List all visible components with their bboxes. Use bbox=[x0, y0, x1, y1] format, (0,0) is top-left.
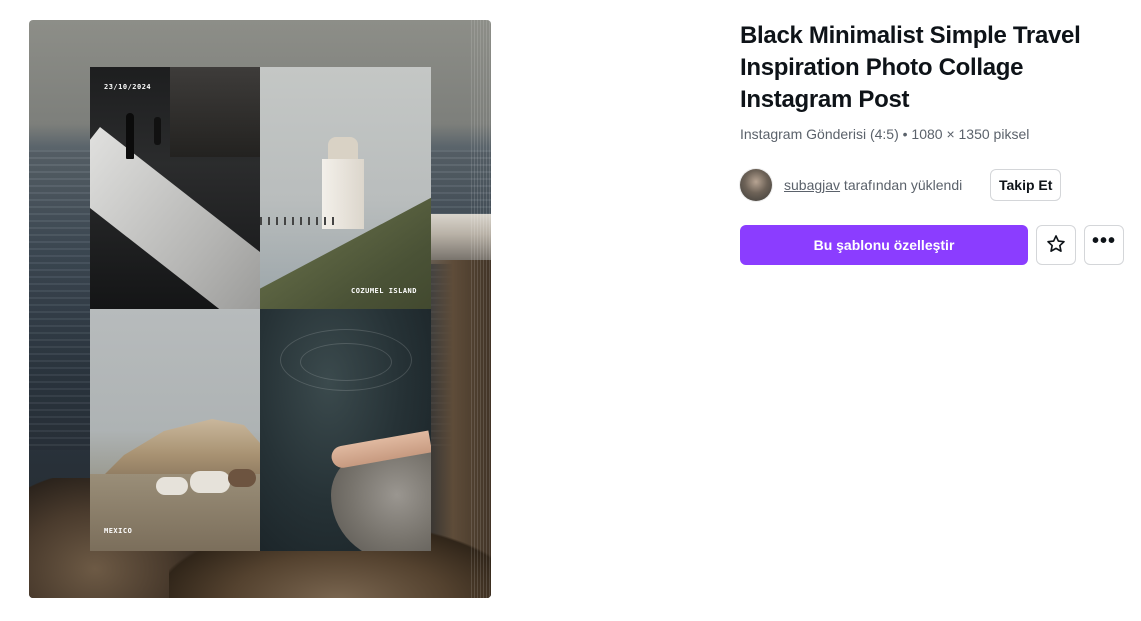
ripple bbox=[300, 343, 392, 381]
fence bbox=[260, 217, 340, 225]
grain-edge bbox=[471, 20, 491, 598]
mexico-label: MEXICO bbox=[104, 527, 133, 535]
star-icon bbox=[1045, 233, 1067, 258]
horse bbox=[190, 471, 230, 493]
photo-water-feet bbox=[260, 309, 431, 551]
more-horizontal-icon: ••• bbox=[1091, 230, 1116, 252]
template-subtitle: Instagram Gönderisi (4:5) • 1080 × 1350 … bbox=[740, 126, 1030, 142]
customize-template-button[interactable]: Bu şablonu özelleştir bbox=[740, 225, 1028, 265]
standing-person bbox=[154, 117, 161, 145]
creator-username-link[interactable]: subagjav bbox=[784, 177, 840, 193]
walking-person bbox=[126, 113, 134, 159]
follow-button[interactable]: Takip Et bbox=[990, 169, 1062, 201]
more-options-button[interactable]: ••• bbox=[1084, 225, 1124, 265]
horse bbox=[228, 469, 256, 487]
uploaded-by-text: tarafından yüklendi bbox=[840, 177, 963, 193]
horse bbox=[156, 477, 188, 495]
creator-avatar[interactable] bbox=[740, 169, 772, 201]
photo-wall bbox=[170, 67, 260, 157]
template-title: Black Minimalist Simple Travel Inspirati… bbox=[740, 22, 1081, 113]
photo-street-shadow: 23/10/2024 bbox=[90, 67, 260, 309]
photo-horses: MEXICO bbox=[90, 309, 260, 551]
cozumel-label: COZUMEL ISLAND bbox=[350, 287, 417, 295]
lighthouse-lantern bbox=[328, 137, 358, 161]
date-label: 23/10/2024 bbox=[104, 83, 152, 91]
template-preview[interactable]: 23/10/2024 COZUMEL ISLAND MEXICO bbox=[29, 20, 491, 598]
photo-lighthouse: COZUMEL ISLAND bbox=[260, 67, 431, 309]
uploader-line: subagjav tarafından yüklendi bbox=[784, 177, 962, 193]
favorite-button[interactable] bbox=[1036, 225, 1076, 265]
